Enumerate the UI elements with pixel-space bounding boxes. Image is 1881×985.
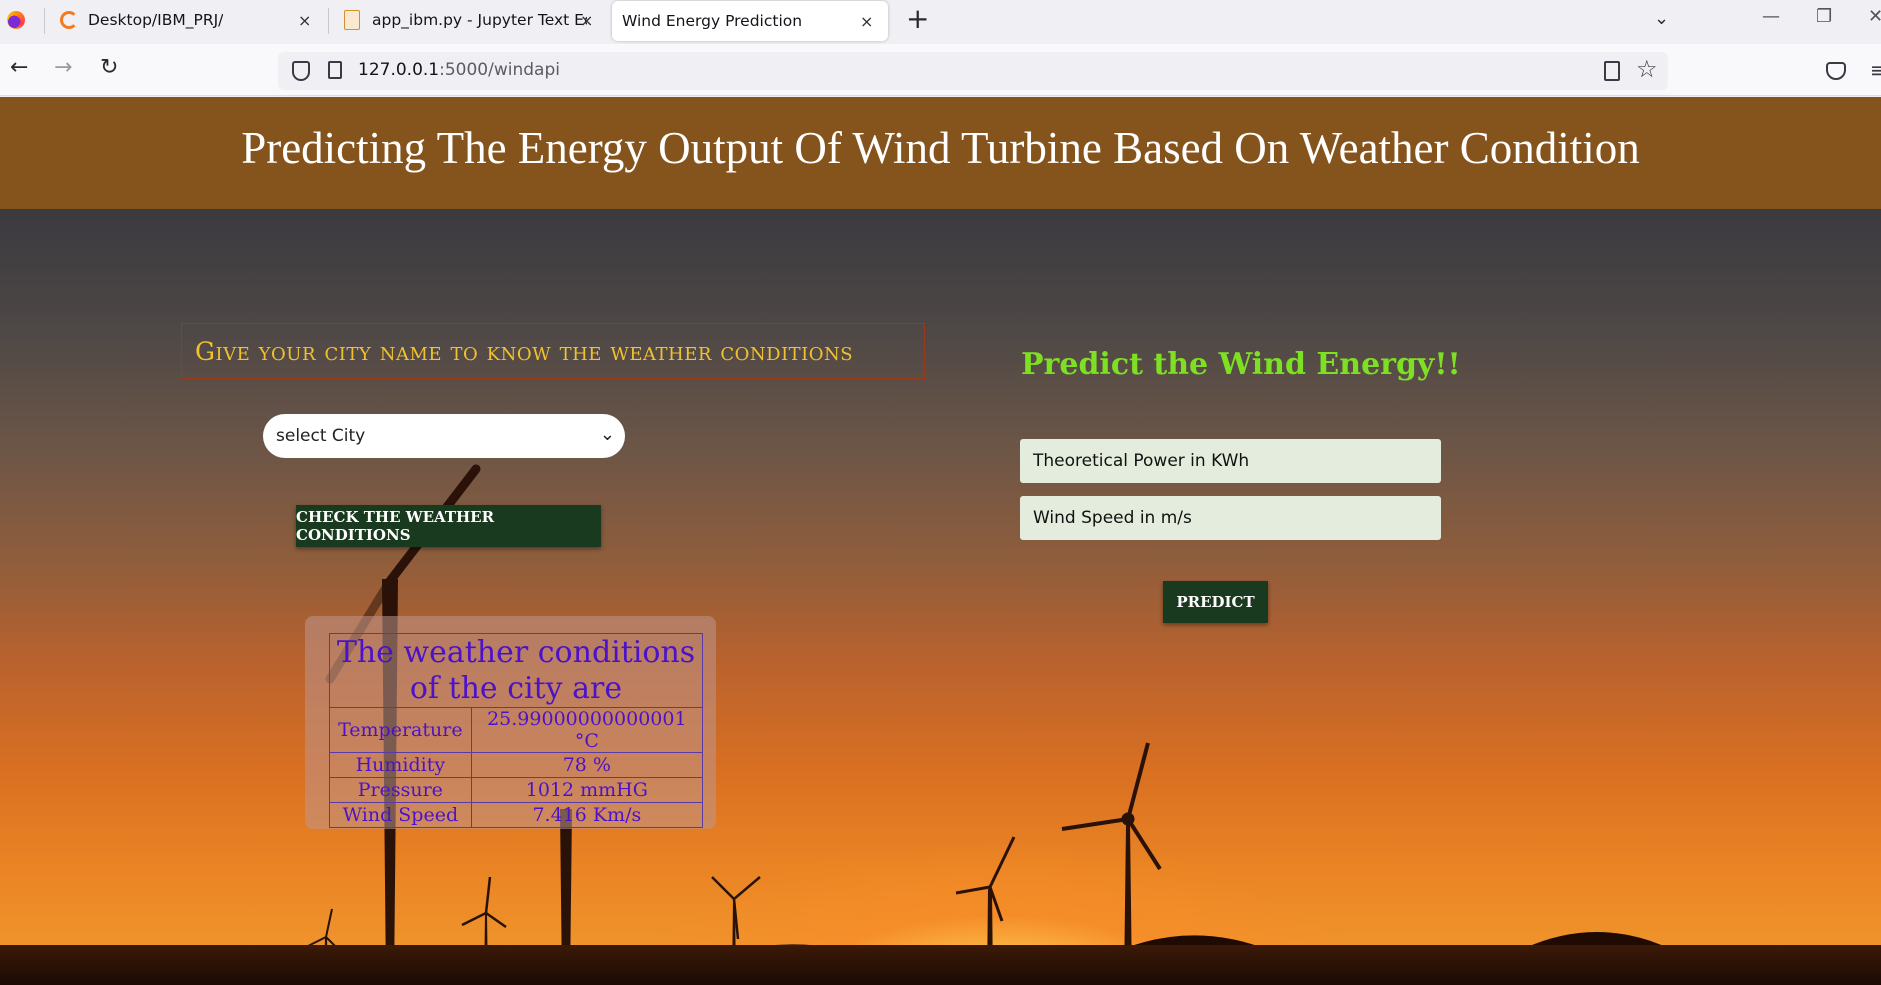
close-tab-icon[interactable]: × — [860, 12, 873, 31]
window-close-icon[interactable]: ✕ — [1868, 6, 1881, 27]
city-section-heading-text: Give your city name to know the weather … — [195, 336, 854, 366]
predict-section-title: Predict the Wind Energy!! — [1021, 347, 1461, 382]
tab-title: app_ibm.py - Jupyter Text Editor — [372, 11, 587, 29]
tab-title: Wind Energy Prediction — [622, 12, 803, 30]
tab-bar: Desktop/IBM_PRJ/ × app_ibm.py - Jupyter … — [0, 0, 1881, 44]
city-section-heading: Give your city name to know the weather … — [181, 323, 925, 379]
web-page: Predicting The Energy Output Of Wind Tur… — [0, 97, 1881, 985]
weather-result-card: The weather conditions of the city are T… — [305, 616, 716, 829]
weather-label: Temperature — [329, 707, 472, 753]
pocket-icon[interactable] — [1826, 62, 1846, 80]
url-host: 127.0.0.1 — [358, 60, 440, 80]
page-title: Predicting The Energy Output Of Wind Tur… — [241, 123, 1640, 173]
weather-table: The weather conditions of the city are T… — [329, 633, 704, 828]
page-info-icon[interactable] — [328, 61, 342, 79]
tracking-shield-icon[interactable] — [292, 61, 310, 81]
predict-button[interactable]: PREDICT — [1163, 581, 1268, 623]
new-tab-button[interactable]: + — [906, 5, 929, 33]
theoretical-power-input[interactable]: Theoretical Power in KWh — [1020, 439, 1441, 483]
page-header: Predicting The Energy Output Of Wind Tur… — [0, 97, 1881, 209]
wind-speed-placeholder: Wind Speed in m/s — [1033, 508, 1192, 528]
tab-wind-energy[interactable]: Wind Energy Prediction × — [612, 1, 888, 41]
weather-label: Humidity — [329, 752, 472, 778]
url-bar[interactable]: 127.0.0.1:5000/windapi ☆ — [278, 52, 1668, 90]
firefox-logo-icon — [7, 11, 25, 29]
forward-arrow-icon[interactable]: → — [54, 56, 72, 80]
app-menu-icon[interactable]: ≡ — [1870, 58, 1881, 82]
check-weather-button[interactable]: CHECK THE WEATHER CONDITIONS — [296, 505, 601, 547]
tab-desktop[interactable]: Desktop/IBM_PRJ/ × — [50, 0, 322, 40]
back-arrow-icon[interactable]: ← — [10, 56, 28, 80]
weather-value: 25.99000000000001 °C — [470, 707, 704, 753]
tab-title: Desktop/IBM_PRJ/ — [88, 11, 224, 29]
city-select-value: select City — [276, 426, 366, 446]
table-row: Pressure 1012 mmHG — [329, 777, 704, 803]
navigation-bar: ← → ↻ 127.0.0.1:5000/windapi ☆ ≡ — [0, 44, 1881, 96]
table-row: Temperature 25.99000000000001 °C — [329, 707, 704, 753]
wind-speed-input[interactable]: Wind Speed in m/s — [1020, 496, 1441, 540]
ground-silhouette — [0, 945, 1881, 985]
weather-value: 7.416 Km/s — [470, 802, 704, 828]
tab-list-chevron-icon[interactable]: ⌄ — [1654, 8, 1669, 29]
reader-view-icon[interactable] — [1604, 61, 1620, 81]
document-icon — [344, 10, 360, 30]
url-path: :5000/windapi — [439, 60, 560, 80]
weather-label: Pressure — [329, 777, 472, 803]
tab-separator — [328, 8, 329, 34]
theoretical-power-placeholder: Theoretical Power in KWh — [1033, 451, 1250, 471]
chevron-down-icon: ⌄ — [599, 424, 615, 445]
bookmark-star-icon[interactable]: ☆ — [1636, 55, 1658, 83]
reload-icon[interactable]: ↻ — [100, 56, 118, 80]
loading-icon — [60, 11, 78, 29]
tab-jupyter[interactable]: app_ibm.py - Jupyter Text Editor × — [340, 0, 602, 40]
weather-label: Wind Speed — [329, 802, 472, 828]
weather-value: 78 % — [470, 752, 704, 778]
url-text[interactable]: 127.0.0.1:5000/windapi — [358, 60, 560, 80]
restore-icon[interactable]: ❐ — [1816, 6, 1832, 27]
close-tab-icon[interactable]: × — [580, 11, 593, 30]
table-row: Humidity 78 % — [329, 752, 704, 778]
table-row: Wind Speed 7.416 Km/s — [329, 802, 704, 828]
weather-table-caption: The weather conditions of the city are — [329, 633, 703, 708]
tab-separator — [44, 8, 45, 34]
weather-value: 1012 mmHG — [470, 777, 704, 803]
minimize-icon[interactable]: — — [1762, 6, 1780, 27]
city-select-dropdown[interactable]: select City ⌄ — [263, 414, 625, 458]
close-tab-icon[interactable]: × — [298, 11, 311, 30]
